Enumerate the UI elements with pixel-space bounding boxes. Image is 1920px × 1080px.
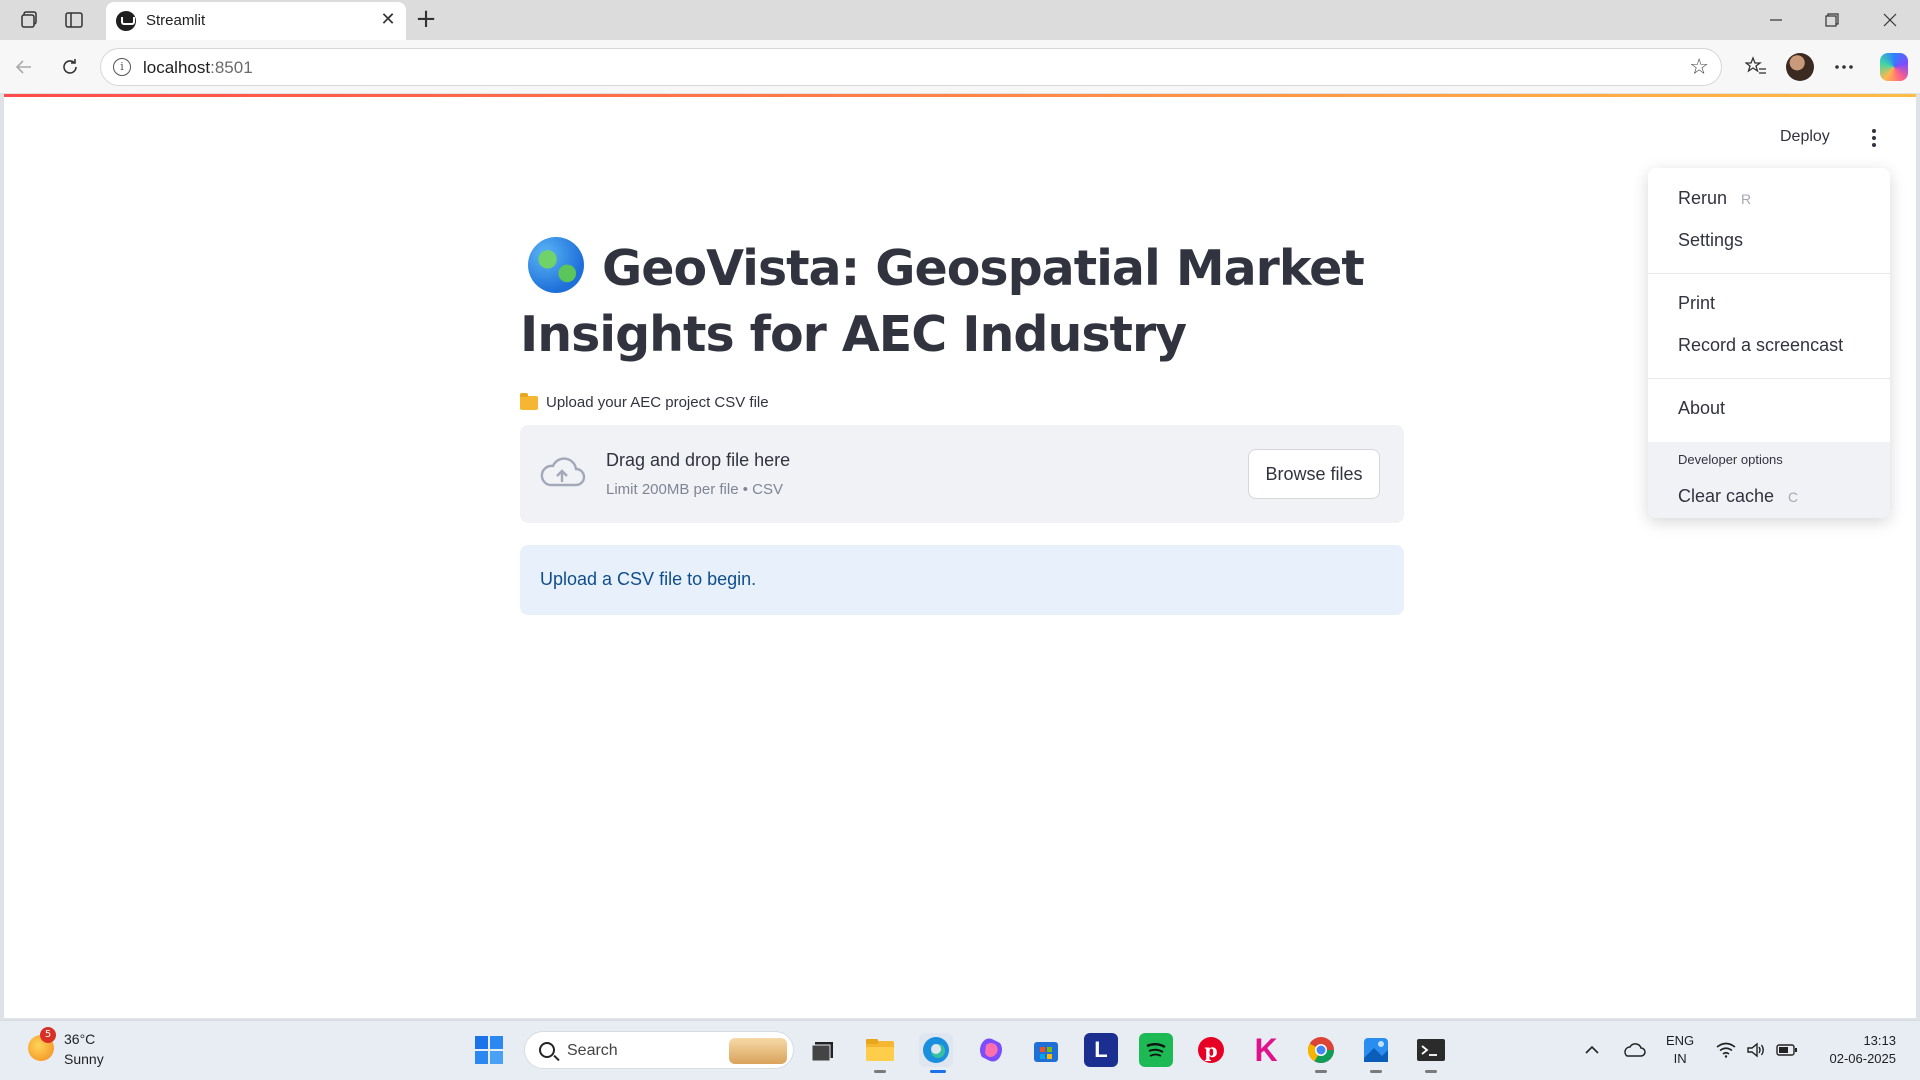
back-icon[interactable]: [10, 53, 38, 81]
developer-options-label: Developer options: [1678, 452, 1783, 467]
menu-item-about[interactable]: About: [1678, 398, 1725, 419]
k-app-icon[interactable]: K: [1249, 1032, 1283, 1068]
battery-icon[interactable]: [1774, 1036, 1800, 1064]
weather-temperature[interactable]: 36°C: [64, 1031, 95, 1047]
developer-options-section: Developer options Clear cache C: [1648, 442, 1890, 518]
task-view-icon[interactable]: [806, 1033, 840, 1067]
page-viewport: Deploy GeoVista: Geospatial Market Insig…: [4, 94, 1916, 1018]
info-alert-text: Upload a CSV file to begin.: [540, 569, 757, 589]
menu-divider: [1648, 378, 1890, 379]
show-hidden-icons-icon[interactable]: [1580, 1036, 1604, 1064]
pinterest-icon[interactable]: p: [1194, 1033, 1228, 1067]
running-indicator: [1315, 1070, 1327, 1073]
tab-close-icon[interactable]: ✕: [378, 10, 398, 30]
tab-title: Streamlit: [146, 12, 206, 29]
menu-item-record-screencast[interactable]: Record a screencast: [1678, 335, 1843, 356]
search-highlight-image: [729, 1038, 787, 1064]
cloud-upload-icon: [540, 457, 586, 487]
menu-divider: [1648, 273, 1890, 274]
uploader-label-text: Upload your AEC project CSV file: [546, 394, 769, 411]
dropzone-limit: Limit 200MB per file • CSV: [606, 481, 783, 498]
profile-avatar[interactable]: [1786, 53, 1814, 81]
menu-item-clear-cache[interactable]: Clear cache C: [1678, 486, 1798, 507]
main-menu-popover: Rerun R Settings Print Record a screencas…: [1648, 168, 1890, 518]
clear-cache-shortcut: C: [1788, 489, 1799, 505]
spotify-icon[interactable]: [1139, 1033, 1173, 1067]
folder-icon: [520, 392, 538, 410]
taskbar-search-placeholder: Search: [567, 1042, 618, 1059]
workspaces-icon[interactable]: [18, 8, 42, 32]
streamlit-decoration-bar: [4, 94, 1916, 97]
more-options-icon[interactable]: [1830, 53, 1858, 81]
running-indicator: [874, 1070, 886, 1073]
terminal-icon[interactable]: [1414, 1033, 1448, 1067]
restore-button[interactable]: [1812, 6, 1852, 34]
microsoft-store-icon[interactable]: [1029, 1033, 1063, 1067]
clock-date: 02-06-2025: [1829, 1051, 1897, 1066]
browser-tab-strip: Streamlit ✕ +: [0, 0, 1920, 40]
photos-icon[interactable]: [1359, 1033, 1393, 1067]
copilot-app-icon[interactable]: [974, 1033, 1008, 1067]
wifi-icon[interactable]: [1714, 1036, 1738, 1064]
deploy-button[interactable]: Deploy: [1772, 124, 1838, 150]
rerun-shortcut: R: [1741, 191, 1752, 207]
chrome-icon[interactable]: [1304, 1033, 1338, 1067]
new-tab-button[interactable]: +: [412, 6, 440, 34]
weather-badge: 5: [40, 1027, 56, 1043]
url-host: localhost: [143, 58, 211, 77]
running-indicator: [1425, 1070, 1437, 1073]
url-text: localhost:8501: [143, 58, 253, 78]
start-icon[interactable]: [472, 1033, 506, 1067]
info-alert: Upload a CSV file to begin.: [520, 545, 1404, 615]
browser-toolbar: i localhost:8501 ☆: [0, 40, 1920, 94]
page-title-text: GeoVista: Geospatial Market Insights for…: [520, 240, 1365, 363]
favorite-star-icon[interactable]: ☆: [1689, 55, 1709, 80]
refresh-icon[interactable]: [56, 53, 84, 81]
language-code: ENG: [1666, 1033, 1695, 1048]
menu-item-settings[interactable]: Settings: [1678, 230, 1743, 251]
weather-condition[interactable]: Sunny: [64, 1051, 104, 1067]
address-bar[interactable]: i localhost:8501 ☆: [100, 48, 1722, 86]
site-info-icon[interactable]: i: [113, 58, 131, 76]
system-clock[interactable]: 13:13 02-06-2025: [1810, 1032, 1897, 1068]
running-indicator: [1370, 1070, 1382, 1073]
menu-item-print[interactable]: Print: [1678, 293, 1715, 314]
file-explorer-icon[interactable]: [863, 1033, 897, 1067]
file-dropzone[interactable]: Drag and drop file here Limit 200MB per …: [520, 425, 1404, 523]
minimize-button[interactable]: [1756, 6, 1796, 34]
menu-item-rerun-label: Rerun: [1678, 188, 1728, 208]
volume-icon[interactable]: [1744, 1036, 1768, 1064]
clock-time: 13:13: [1863, 1033, 1896, 1048]
search-icon: [539, 1042, 555, 1058]
onedrive-icon[interactable]: [1620, 1036, 1648, 1064]
edge-icon[interactable]: [919, 1033, 953, 1067]
uploader-label: Upload your AEC project CSV file: [520, 392, 769, 411]
url-port: :8501: [210, 58, 253, 77]
language-region: IN: [1673, 1051, 1687, 1066]
globe-icon: [528, 237, 584, 293]
close-window-button[interactable]: [1870, 6, 1910, 34]
browse-files-button[interactable]: Browse files: [1248, 449, 1380, 499]
active-indicator: [930, 1070, 946, 1073]
vertical-tabs-icon[interactable]: [62, 8, 86, 32]
streamlit-favicon-icon: [116, 11, 136, 31]
page-title: GeoVista: Geospatial Market Insights for…: [520, 236, 1404, 368]
language-indicator[interactable]: ENG IN: [1666, 1032, 1694, 1068]
dropzone-title: Drag and drop file here: [606, 450, 791, 470]
tab-streamlit[interactable]: Streamlit ✕: [106, 2, 406, 40]
menu-item-clear-cache-label: Clear cache: [1678, 486, 1775, 506]
menu-item-rerun[interactable]: Rerun R: [1678, 188, 1751, 209]
copilot-icon[interactable]: [1880, 53, 1908, 81]
svg-text:p: p: [1204, 1040, 1217, 1062]
l-app-icon[interactable]: L: [1084, 1033, 1118, 1067]
main-menu-icon[interactable]: [1860, 124, 1888, 152]
favorites-icon[interactable]: [1742, 53, 1770, 81]
taskbar-search[interactable]: Search: [524, 1031, 794, 1069]
